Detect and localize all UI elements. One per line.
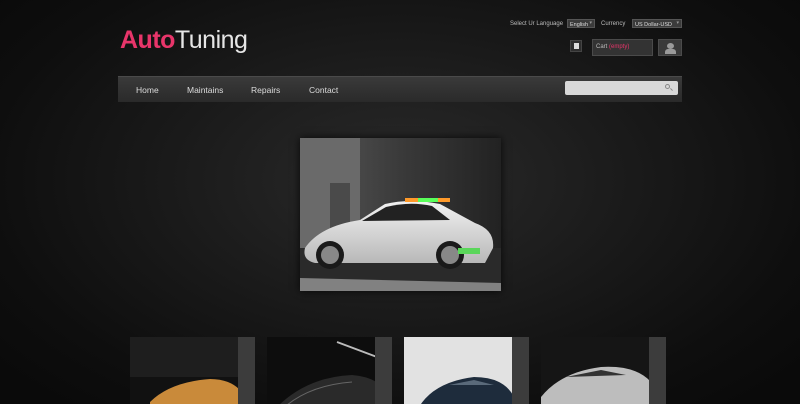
- language-value: English: [570, 22, 589, 28]
- cart-label: Cart: [596, 44, 608, 50]
- user-icon[interactable]: [658, 39, 682, 56]
- language-label: Select Ur Language: [510, 21, 564, 27]
- thumbnail-4[interactable]: [541, 337, 666, 404]
- logo-part-auto: Auto: [120, 26, 175, 54]
- thumbnail-3[interactable]: [404, 337, 529, 404]
- nav-item-contact[interactable]: Contact: [309, 85, 338, 95]
- site-logo[interactable]: AutoTuning: [120, 26, 248, 55]
- chevron-down-icon: ▾: [589, 20, 592, 26]
- thumbnail-1[interactable]: [130, 337, 255, 404]
- thumbnail-3-arrow[interactable]: [512, 337, 529, 404]
- currency-label: Currency: [601, 21, 626, 27]
- thumbnail-4-arrow[interactable]: [649, 337, 666, 404]
- hero-image: [300, 138, 501, 291]
- cart-count: (empty): [609, 44, 630, 50]
- cart-button[interactable]: Cart (empty): [592, 39, 653, 56]
- search-input[interactable]: [565, 81, 678, 95]
- currency-select[interactable]: US Dollar-USD ▾: [632, 19, 682, 28]
- chevron-down-icon: ▾: [676, 20, 679, 26]
- language-select[interactable]: English ▾: [567, 19, 595, 28]
- thumbnail-2[interactable]: [267, 337, 392, 404]
- nav-item-maintains[interactable]: Maintains: [187, 85, 223, 95]
- currency-value: US Dollar-USD: [635, 22, 672, 28]
- nav-item-repairs[interactable]: Repairs: [251, 85, 280, 95]
- search-icon[interactable]: [665, 84, 670, 89]
- thumbnail-2-arrow[interactable]: [375, 337, 392, 404]
- logo-part-tuning: Tuning: [174, 26, 248, 54]
- nav-item-home[interactable]: Home: [136, 85, 159, 95]
- document-icon[interactable]: [570, 40, 582, 52]
- thumbnail-1-arrow[interactable]: [238, 337, 255, 404]
